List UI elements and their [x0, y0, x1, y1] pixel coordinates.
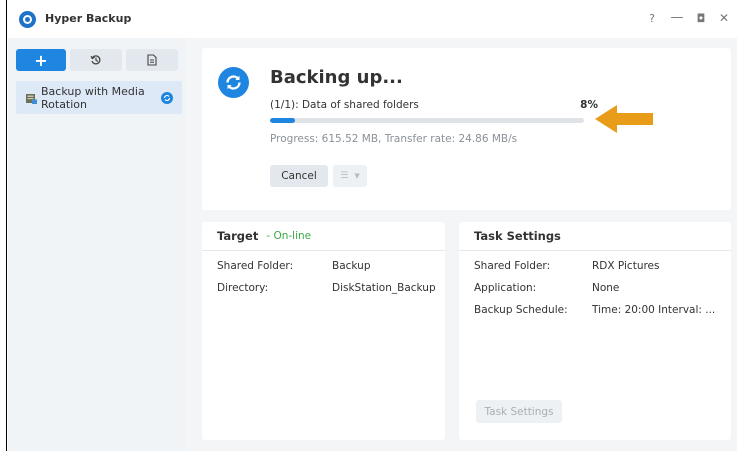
row-key: Directory: — [217, 282, 269, 294]
menu-icon: ☰ — [340, 171, 349, 181]
target-status: - On-line — [266, 230, 312, 242]
progress-bar-fill — [270, 118, 296, 123]
cancel-button[interactable]: Cancel — [270, 165, 328, 187]
restore-button[interactable] — [70, 49, 122, 71]
plus-icon: + — [34, 50, 48, 70]
main-panel: Backing up... (1/1): Data of shared fold… — [186, 38, 737, 451]
document-icon — [147, 54, 157, 66]
task-settings-card: Task Settings Shared Folder: RDX Picture… — [459, 222, 731, 440]
app-title: Hyper Backup — [45, 12, 132, 25]
row-key: Backup Schedule: — [474, 304, 568, 316]
history-icon — [90, 55, 101, 65]
help-icon[interactable]: ? — [644, 12, 660, 25]
progress-detail: Progress: 615.52 MB, Transfer rate: 24.8… — [270, 133, 518, 145]
progress-percent: 8% — [580, 99, 598, 111]
rdx-drive-icon — [26, 94, 37, 104]
row-value: None — [592, 282, 620, 294]
target-card-header: Target - On-line — [202, 222, 445, 251]
task-settings-card-header: Task Settings — [459, 222, 731, 251]
minimize-icon[interactable]: — — [669, 10, 685, 25]
close-icon[interactable]: ✕ — [716, 11, 732, 25]
row-value: Backup — [332, 260, 371, 272]
maximize-icon[interactable]: ◘ — [693, 12, 709, 25]
add-task-button[interactable]: + — [16, 49, 66, 71]
target-card: Target - On-line Shared Folder: Backup D… — [202, 222, 445, 440]
sidebar-item-backup-task[interactable]: Backup with Media Rotation — [16, 81, 182, 114]
current-task-description: (1/1): Data of shared folders — [270, 99, 419, 111]
hyper-backup-logo-icon — [19, 11, 36, 28]
more-actions-button[interactable]: ☰ ▼ — [333, 165, 367, 187]
progress-bar — [270, 118, 584, 123]
row-value: RDX Pictures — [592, 260, 660, 272]
chevron-down-icon: ▼ — [354, 172, 360, 180]
pointer-arrow-icon — [595, 105, 653, 133]
row-value: Time: 20:00 Interval: ... — [592, 304, 716, 316]
status-title: Backing up... — [270, 67, 403, 88]
task-settings-title: Task Settings — [474, 229, 561, 243]
log-button[interactable] — [126, 49, 178, 71]
sync-status-icon — [161, 92, 173, 104]
sidebar-item-label: Backup with Media Rotation — [41, 85, 145, 111]
sidebar: + Backup with Media Rotation — [8, 38, 186, 451]
row-key: Shared Folder: — [474, 260, 551, 272]
target-title: Target — [217, 229, 259, 243]
row-key: Shared Folder: — [217, 260, 294, 272]
title-bar: Hyper Backup ? — ◘ ✕ — [8, 0, 737, 38]
row-key: Application: — [474, 282, 537, 294]
backing-up-sync-icon — [218, 67, 249, 98]
row-value: DiskStation_Backup — [332, 282, 436, 294]
left-window-edge — [0, 0, 7, 451]
task-settings-button[interactable]: Task Settings — [476, 400, 562, 423]
